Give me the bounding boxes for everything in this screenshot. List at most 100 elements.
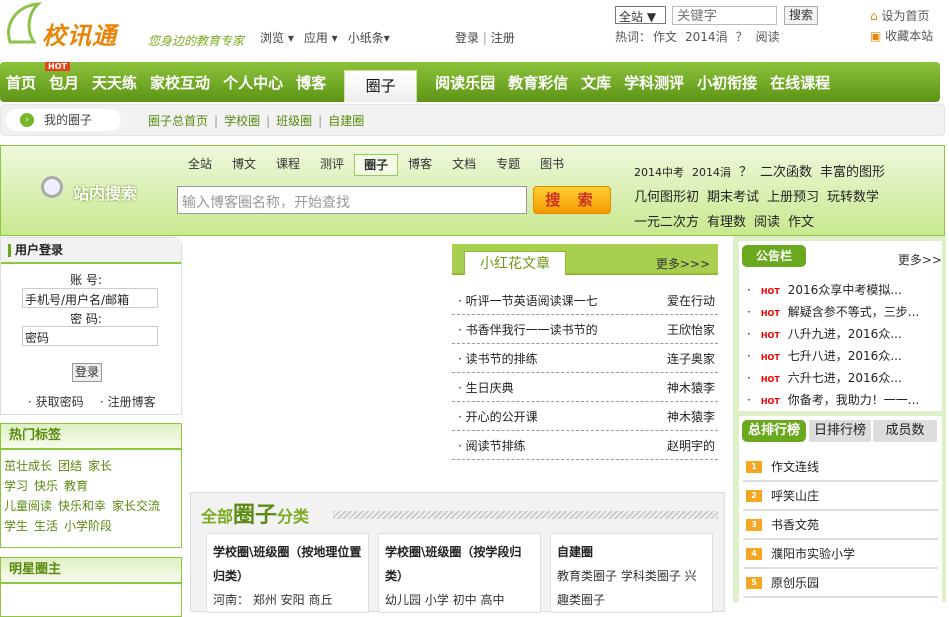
tag[interactable]: 学生 [4, 519, 28, 533]
set-home-link[interactable]: 设为首页 [881, 9, 929, 23]
hot-word[interactable]: 作文 [653, 30, 677, 44]
nav-mms[interactable]: 教育彩信 [508, 72, 568, 93]
nav-home[interactable]: 首页 [6, 72, 36, 93]
search-tab[interactable]: 专题 [496, 154, 520, 176]
tag[interactable]: 学习 [4, 479, 28, 493]
nav-transition[interactable]: 小初衔接 [697, 72, 757, 93]
search-tab[interactable]: 图书 [540, 154, 564, 176]
circle-search-input[interactable]: 输入博客圈名称，开始查找 [177, 186, 527, 214]
all-circle-categories: 全部圈子分类 学校圈\班级圈（按地理位置归类） 河南： 郑州 安阳 商丘 学校圈\… [190, 492, 725, 613]
article-row[interactable]: · 听评一节英语阅读课一七 爱在行动 [452, 286, 718, 315]
menu-notes[interactable]: 小纸条▾ [348, 29, 390, 46]
search-tab[interactable]: 文档 [452, 154, 476, 176]
home-icon: ⌂ [870, 9, 878, 23]
hot-badge: HOT [45, 61, 70, 71]
my-circle-button[interactable]: › 我的圈子 [6, 109, 121, 131]
tag[interactable]: 快乐和幸 [58, 499, 106, 513]
sublink[interactable]: 班级圈 [276, 114, 312, 128]
account-input[interactable]: 手机号/用户名/邮箱 [22, 288, 158, 308]
login-link[interactable]: 登录 [455, 31, 479, 45]
rank-item[interactable]: 3 书香文苑 [743, 511, 938, 540]
nav-online-course[interactable]: 在线课程 [770, 72, 830, 93]
bookmark-link[interactable]: 收藏本站 [885, 29, 933, 43]
rank-item[interactable]: 4 濮阳市实验小学 [743, 540, 938, 569]
article-row[interactable]: · 读书节的排练 连子奥家 [452, 344, 718, 373]
tag[interactable]: 家长交流 [112, 499, 160, 513]
article-row[interactable]: · 阅读节排练 赵明宇的 [452, 431, 718, 460]
tab-total-rank[interactable]: 总排行榜 [742, 420, 806, 442]
tag[interactable]: 小学阶段 [64, 519, 112, 533]
more-link[interactable]: 更多>>> [656, 255, 710, 272]
search-tab-active[interactable]: 圈子 [354, 154, 399, 176]
get-password-link[interactable]: · 获取密码 [28, 393, 84, 410]
hot-word[interactable]: 阅读 [756, 30, 780, 44]
tab-members[interactable]: 成员数 [873, 420, 937, 442]
menu-browse[interactable]: 浏览 ▾ [260, 29, 294, 46]
sublink[interactable]: 自建圈 [328, 114, 364, 128]
tab-daily-rank[interactable]: 日排行榜 [809, 420, 871, 442]
search-button[interactable]: 搜索 [784, 6, 818, 25]
article-row[interactable]: · 开心的公开课 神木猿李 [452, 402, 718, 431]
tag[interactable]: 教育 [64, 479, 88, 493]
keyword-input[interactable] [672, 6, 777, 25]
tag[interactable]: 茁壮成长 [4, 459, 52, 473]
hot-word[interactable]: 2014涓 [685, 30, 728, 44]
bookmark-icon: ▣ [870, 29, 882, 43]
nav-daily[interactable]: 天天练 [92, 72, 137, 93]
red-flower-articles: 小红花文章 更多>>> · 听评一节英语阅读课一七 爱在行动 · 书香伴我行一一读书… [452, 244, 718, 460]
tag[interactable]: 生活 [34, 519, 58, 533]
nav-circle[interactable]: 圈子 [344, 70, 418, 102]
slogan: 您身边的教育专家 [148, 34, 245, 48]
rank-item[interactable]: 2 呼笑山庄 [743, 482, 938, 511]
article-row[interactable]: · 生日庆典 神木猿李 [452, 373, 718, 402]
sub-nav: › 我的圈子 圈子总首页 | 学校圈 | 班级圈 | 自建圈 [0, 104, 945, 136]
menu-apps[interactable]: 应用 ▾ [304, 29, 338, 46]
circle-search-button[interactable]: 搜 索 [533, 186, 611, 214]
nav-personal[interactable]: 个人中心 [223, 72, 283, 93]
ranking-box: 总排行榜 日排行榜 成员数 1 作文连线 2 呼笑山庄 3 书香文苑 4 濮阳市实验小学… [739, 416, 942, 602]
right-column: 公告栏 更多>> · HOT 2016众享中考模拟... · HOT 解疑含参不等式，三… [733, 236, 946, 602]
search-tab[interactable]: 测评 [320, 154, 344, 176]
tag[interactable]: 快乐 [34, 479, 58, 493]
password-input[interactable]: 密码 [22, 326, 158, 346]
notice-item[interactable]: · HOT 你备考，我助力！一一... [747, 391, 919, 408]
rank-item[interactable]: 1 作文连线 [743, 453, 938, 482]
logo[interactable]: 校讯通 [42, 16, 117, 51]
rank-item[interactable]: 5 原创乐园 [743, 569, 938, 598]
divider [333, 511, 718, 519]
notice-item[interactable]: · HOT 七升八进，2016众... [747, 347, 902, 364]
register-link[interactable]: 注册 [491, 31, 515, 45]
top-menu: 浏览 ▾ 应用 ▾ 小纸条▾ [260, 29, 390, 46]
notice-item[interactable]: · HOT 八升九进，2016众... [747, 325, 902, 342]
chevron-right-icon: › [20, 113, 34, 127]
nav-reading[interactable]: 阅读乐园 [435, 72, 495, 93]
hot-word[interactable]: ？ [736, 30, 748, 44]
search-tab[interactable]: 博客 [408, 154, 432, 176]
category-card: 自建圈 教育类圈子 学科类圈子 兴趣类圈子 [550, 533, 713, 613]
sublink[interactable]: 圈子总首页 [148, 114, 208, 128]
hot-words: 热词： 作文 2014涓？阅读 [615, 30, 780, 44]
notice-item[interactable]: · HOT 六升七进，2016众... [747, 369, 902, 386]
nav-monthly[interactable]: HOT 包月 [45, 61, 79, 93]
notice-item[interactable]: · HOT 解疑含参不等式，三步... [747, 303, 919, 320]
nav-blog[interactable]: 博客 [296, 72, 326, 93]
sublink[interactable]: 学校圈 [224, 114, 260, 128]
search-tab[interactable]: 课程 [276, 154, 300, 176]
nav-library[interactable]: 文库 [581, 72, 611, 93]
register-blog-link[interactable]: · 注册博客 [100, 393, 156, 410]
nav-home-school[interactable]: 家校互动 [150, 72, 210, 93]
search-scope-select[interactable]: 全站 ▼ [615, 6, 666, 24]
nav-assessment[interactable]: 学科测评 [624, 72, 684, 93]
search-tab[interactable]: 全站 [188, 154, 212, 176]
tag[interactable]: 团结 [58, 459, 82, 473]
notice-item[interactable]: · HOT 2016众享中考模拟... [747, 281, 902, 298]
notice-board: 公告栏 更多>> · HOT 2016众享中考模拟... · HOT 解疑含参不等式，三… [739, 241, 942, 411]
notice-more-link[interactable]: 更多>> [898, 251, 942, 268]
article-row[interactable]: · 书香伴我行一一读书节的 王欣怡家 [452, 315, 718, 344]
login-button[interactable]: 登录 [72, 363, 102, 382]
site-search: 站内搜索 全站 博文 课程 测评 圈子 博客 文档 专题 图书 输入博客圈名称，… [0, 145, 945, 236]
search-tab[interactable]: 博文 [232, 154, 256, 176]
tag[interactable]: 儿童阅读 [4, 499, 52, 513]
tag[interactable]: 家长 [88, 459, 112, 473]
category-card: 学校圈\班级圈（按学段归类） 幼儿园 小学 初中 高中 [378, 533, 541, 613]
